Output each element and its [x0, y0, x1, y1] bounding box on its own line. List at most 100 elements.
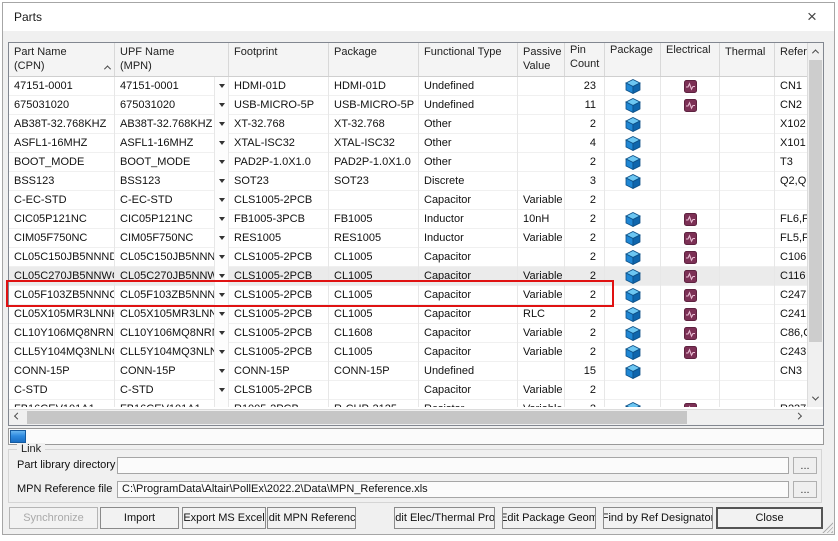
- column-header-reference[interactable]: Referen: [775, 43, 807, 76]
- mpn-dropdown-button[interactable]: [215, 191, 229, 210]
- package-cube-icon[interactable]: [625, 402, 641, 408]
- electrical-property-icon[interactable]: [684, 289, 697, 302]
- package-cube-icon[interactable]: [625, 117, 641, 132]
- package-cube-icon[interactable]: [625, 250, 641, 265]
- scroll-right-button[interactable]: [790, 410, 807, 425]
- browse-part-library-button[interactable]: ...: [793, 457, 817, 474]
- package-cube-icon[interactable]: [625, 288, 641, 303]
- table-row[interactable]: CL05X105MR3LNNH CL05X105MR3LNNH CLS1005-…: [9, 305, 807, 324]
- package-cube-icon[interactable]: [625, 345, 641, 360]
- electrical-property-icon[interactable]: [684, 251, 697, 264]
- mpn-dropdown-button[interactable]: [215, 286, 229, 305]
- package-cube-icon[interactable]: [625, 79, 641, 94]
- package-cube-icon[interactable]: [625, 364, 641, 379]
- horizontal-scrollbar[interactable]: [9, 409, 807, 425]
- table-row[interactable]: CL05C150JB5NNND CL05C150JB5NNND CLS1005-…: [9, 248, 807, 267]
- cell-part-name: FB16CEV101A1: [9, 400, 115, 408]
- dialog-title: Parts: [3, 10, 42, 24]
- vertical-scrollbar[interactable]: [807, 43, 823, 407]
- package-cube-icon[interactable]: [625, 307, 641, 322]
- mpn-dropdown-button[interactable]: [215, 96, 229, 115]
- electrical-property-icon[interactable]: [684, 232, 697, 245]
- mpn-dropdown-button[interactable]: [215, 210, 229, 229]
- electrical-property-icon[interactable]: [684, 99, 697, 112]
- column-header-footprint[interactable]: Footprint: [229, 43, 329, 76]
- edit-elec-thermal-prop-button[interactable]: Edit Elec/Thermal Prop: [394, 507, 495, 529]
- table-row[interactable]: CL05C270JB5NNWC CL05C270JB5NNWC CLS1005-…: [9, 267, 807, 286]
- part-library-directory-field[interactable]: [117, 457, 789, 474]
- package-cube-icon[interactable]: [625, 231, 641, 246]
- electrical-property-icon[interactable]: [684, 327, 697, 340]
- mpn-dropdown-button[interactable]: [215, 305, 229, 324]
- package-cube-icon[interactable]: [625, 326, 641, 341]
- mpn-dropdown-button[interactable]: [215, 267, 229, 286]
- table-row[interactable]: CIC05P121NC CIC05P121NC FB1005-3PCB FB10…: [9, 210, 807, 229]
- column-header-part-name[interactable]: Part Name (CPN): [9, 43, 115, 76]
- package-cube-icon[interactable]: [625, 136, 641, 151]
- position-slider-thumb[interactable]: [10, 430, 26, 443]
- table-row[interactable]: BSS123 BSS123 SOT23 SOT23 Discrete 3 Q2,…: [9, 172, 807, 191]
- export-ms-excel-button[interactable]: Export MS Excel: [182, 507, 266, 529]
- electrical-property-icon[interactable]: [684, 270, 697, 283]
- electrical-property-icon[interactable]: [684, 403, 697, 408]
- mpn-dropdown-button[interactable]: [215, 248, 229, 267]
- position-slider[interactable]: [8, 428, 824, 445]
- mpn-reference-file-field[interactable]: C:\ProgramData\Altair\PollEx\2022.2\Data…: [117, 481, 789, 498]
- table-row[interactable]: ASFL1-16MHZ ASFL1-16MHZ XTAL-ISC32 XTAL-…: [9, 134, 807, 153]
- close-button[interactable]: Close: [716, 507, 823, 529]
- column-header-passive-value[interactable]: Passive Value: [518, 43, 565, 76]
- find-by-ref-designator-button[interactable]: Find by Ref Designator: [603, 507, 713, 529]
- electrical-property-icon[interactable]: [684, 308, 697, 321]
- synchronize-button[interactable]: Synchronize: [9, 507, 98, 529]
- electrical-property-icon[interactable]: [684, 213, 697, 226]
- package-cube-icon[interactable]: [625, 174, 641, 189]
- column-header-package[interactable]: Package: [329, 43, 419, 76]
- table-row[interactable]: AB38T-32.768KHZ AB38T-32.768KHZ XT-32.76…: [9, 115, 807, 134]
- mpn-dropdown-button[interactable]: [215, 172, 229, 191]
- mpn-dropdown-button[interactable]: [215, 229, 229, 248]
- column-header-electrical[interactable]: Electrical: [661, 43, 720, 76]
- mpn-dropdown-button[interactable]: [215, 115, 229, 134]
- column-header-upf-name[interactable]: UPF Name (MPN): [115, 43, 229, 76]
- table-row[interactable]: CL10Y106MQ8NRNC CL10Y106MQ8NRNC CLS1005-…: [9, 324, 807, 343]
- mpn-dropdown-button[interactable]: [215, 324, 229, 343]
- scroll-down-button[interactable]: [808, 390, 823, 407]
- close-icon[interactable]: ×: [800, 5, 824, 29]
- scroll-up-button[interactable]: [808, 43, 823, 60]
- edit-mpn-reference-button[interactable]: Edit MPN Reference: [267, 507, 356, 529]
- mpn-dropdown-button[interactable]: [215, 77, 229, 96]
- import-button[interactable]: Import: [100, 507, 179, 529]
- electrical-property-icon[interactable]: [684, 346, 697, 359]
- column-header-thermal[interactable]: Thermal: [720, 43, 775, 76]
- column-header-package-icons[interactable]: Package: [605, 43, 661, 76]
- package-cube-icon[interactable]: [625, 98, 641, 113]
- mpn-dropdown-button[interactable]: [215, 343, 229, 362]
- horizontal-scroll-thumb[interactable]: [27, 411, 687, 424]
- table-row[interactable]: 47151-0001 47151-0001 HDMI-01D HDMI-01D …: [9, 77, 807, 96]
- edit-package-geom-button[interactable]: Edit Package Geom: [502, 507, 596, 529]
- table-row[interactable]: CLL5Y104MQ3NLNC CLL5Y104MQ3NLNC CLS1005-…: [9, 343, 807, 362]
- mpn-dropdown-button[interactable]: [215, 381, 229, 400]
- electrical-property-icon[interactable]: [684, 80, 697, 93]
- table-row[interactable]: CONN-15P CONN-15P CONN-15P CONN-15P Unde…: [9, 362, 807, 381]
- mpn-dropdown-button[interactable]: [215, 362, 229, 381]
- table-row[interactable]: FB16CEV101A1 FB16CEV101A1 R1005-2PCB R-C…: [9, 400, 807, 407]
- package-cube-icon[interactable]: [625, 212, 641, 227]
- resize-grip-icon[interactable]: [822, 522, 833, 533]
- scroll-left-button[interactable]: [9, 410, 26, 425]
- column-header-functional-type[interactable]: Functional Type: [419, 43, 518, 76]
- table-row[interactable]: CIM05F750NC CIM05F750NC RES1005 RES1005 …: [9, 229, 807, 248]
- package-cube-icon[interactable]: [625, 269, 641, 284]
- browse-mpn-reference-button[interactable]: ...: [793, 481, 817, 498]
- table-row[interactable]: CL05F103ZB5NNNC CL05F103ZB5NNNC CLS1005-…: [9, 286, 807, 305]
- vertical-scroll-thumb[interactable]: [809, 60, 822, 342]
- package-cube-icon[interactable]: [625, 155, 641, 170]
- table-row[interactable]: C-EC-STD C-EC-STD CLS1005-2PCB Capacitor…: [9, 191, 807, 210]
- mpn-dropdown-button[interactable]: [215, 153, 229, 172]
- table-row[interactable]: BOOT_MODE BOOT_MODE PAD2P-1.0X1.0 PAD2P-…: [9, 153, 807, 172]
- mpn-dropdown-button[interactable]: [215, 400, 229, 408]
- table-row[interactable]: 675031020 675031020 USB-MICRO-5P USB-MIC…: [9, 96, 807, 115]
- mpn-dropdown-button[interactable]: [215, 134, 229, 153]
- column-header-pin-count[interactable]: Pin Count: [565, 43, 605, 76]
- table-row[interactable]: C-STD C-STD CLS1005-2PCB Capacitor Varia…: [9, 381, 807, 400]
